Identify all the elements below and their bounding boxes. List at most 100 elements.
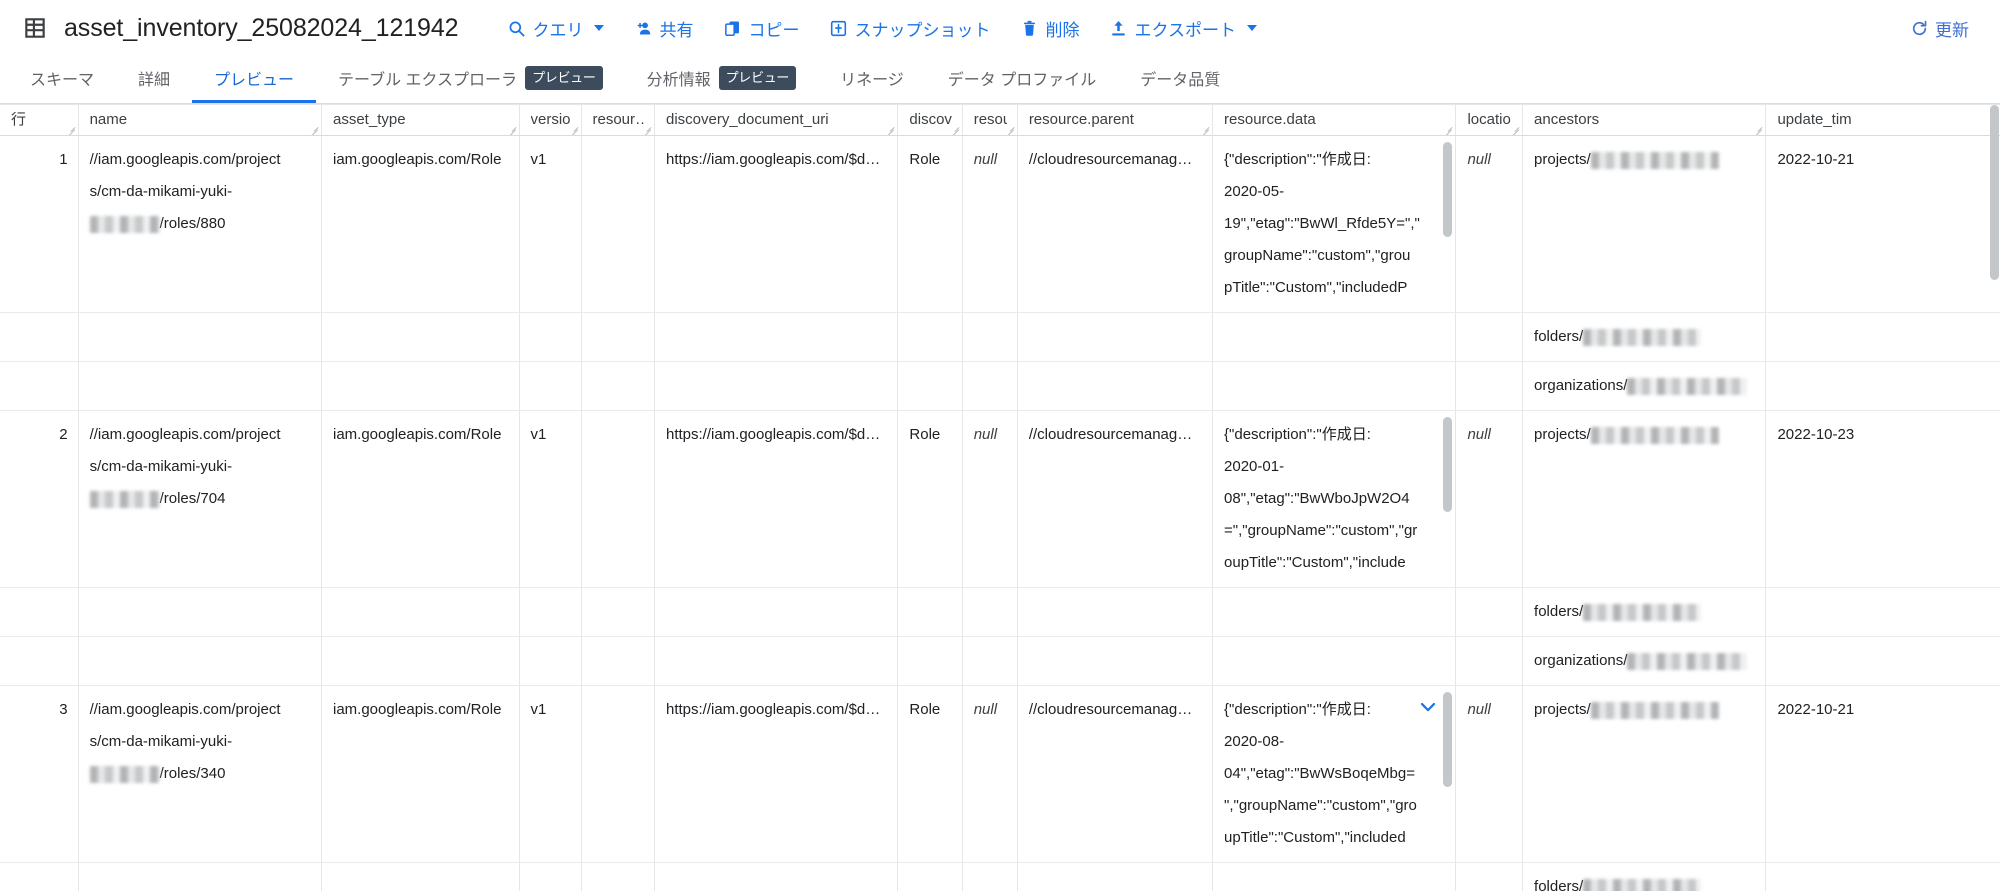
column-resize-handle[interactable] — [311, 124, 320, 135]
ancestors-value: organizations/ — [1534, 377, 1628, 394]
cell-resource2: null — [962, 685, 1018, 863]
column-resize-handle[interactable] — [1007, 124, 1016, 135]
column-header-ancestors[interactable]: ancestors — [1522, 104, 1767, 136]
name-line-1: //iam.googleapis.com/project — [89, 151, 281, 168]
cell-row-number: 3 — [0, 685, 79, 863]
tab-lineage[interactable]: リネージ — [818, 56, 926, 103]
delete-button[interactable]: 削除 — [1007, 10, 1092, 46]
cell-asset-type: iam.googleapis.com/Role — [321, 410, 520, 588]
tab-data-quality[interactable]: データ品質 — [1118, 56, 1242, 103]
table-row[interactable]: 1 //iam.googleapis.com/project s/cm-da-m… — [0, 135, 2000, 313]
redacted-text — [1590, 151, 1719, 169]
column-header-resource-parent[interactable]: resource.parent — [1017, 104, 1214, 136]
column-header-version[interactable]: version — [519, 104, 582, 136]
cell-update-time: 2022-10-21 — [1765, 685, 2000, 863]
cell-asset-type — [321, 312, 520, 362]
refresh-button[interactable]: 更新 — [1897, 10, 1982, 46]
page-scrollbar[interactable] — [1989, 105, 2000, 891]
data-line: {"description":"作成日: — [1224, 426, 1371, 443]
cell-discovery — [897, 636, 963, 686]
name-line-1: //iam.googleapis.com/project — [89, 701, 281, 718]
cell-name — [78, 862, 323, 891]
column-resize-handle[interactable] — [887, 124, 896, 135]
column-header-resource2[interactable]: resourc — [962, 104, 1018, 136]
data-line: 08","etag":"BwWboJpW2O4 — [1224, 490, 1410, 507]
table-subrow[interactable]: folders/ — [0, 862, 2000, 891]
table-subrow[interactable]: organizations/ — [0, 636, 2000, 686]
cell-ancestors: projects/ — [1522, 685, 1767, 863]
name-line-2: s/cm-da-mikami-yuki- — [89, 183, 233, 200]
cell-row-number — [0, 312, 79, 362]
cell-scrollbar[interactable] — [1443, 692, 1453, 787]
column-header-resource-data[interactable]: resource.data — [1212, 104, 1457, 136]
redacted-text — [1627, 652, 1748, 670]
tab-insights[interactable]: 分析情報 プレビュー — [625, 56, 819, 103]
preview-table-container[interactable]: 行 name asset_type version resour… discov… — [0, 104, 2000, 891]
cell-discovery-document-uri — [654, 361, 899, 411]
chevron-down-icon — [1246, 25, 1257, 31]
tab-details[interactable]: 詳細 — [116, 56, 192, 103]
ancestors-value: projects/ — [1534, 701, 1591, 718]
column-header-name[interactable]: name — [78, 104, 323, 136]
table-subrow[interactable]: folders/ — [0, 587, 2000, 637]
name-line-3: /roles/704 — [159, 490, 226, 507]
tab-table-explorer[interactable]: テーブル エクスプローラ プレビュー — [316, 56, 625, 103]
scrollbar-thumb[interactable] — [1990, 105, 1999, 280]
cell-location — [1455, 361, 1524, 411]
column-header-discovery[interactable]: discover — [897, 104, 963, 136]
column-resize-handle[interactable] — [644, 124, 653, 135]
table-row[interactable]: 3 //iam.googleapis.com/project s/cm-da-m… — [0, 685, 2000, 863]
page-title: asset_inventory_25082024_121942 — [64, 13, 459, 42]
tab-data-profile[interactable]: データ プロファイル — [926, 56, 1118, 103]
column-header-location[interactable]: locatio — [1455, 104, 1524, 136]
cell-location: null — [1455, 410, 1524, 588]
snapshot-icon — [829, 19, 848, 38]
query-button[interactable]: クエリ — [494, 10, 617, 46]
preview-table: 行 name asset_type version resour… discov… — [0, 104, 2000, 891]
share-button[interactable]: 共有 — [621, 10, 706, 46]
cell-resource-data[interactable]: {"description":"作成日: 2020-08- 04","etag"… — [1212, 685, 1457, 863]
cell-scrollbar[interactable] — [1443, 417, 1453, 512]
column-resize-handle[interactable] — [1512, 124, 1521, 135]
cell-discovery-document-uri — [654, 862, 899, 891]
column-header-resource1[interactable]: resour… — [581, 104, 655, 136]
snapshot-button[interactable]: スナップショット — [816, 10, 1003, 46]
table-subrow[interactable]: organizations/ — [0, 361, 2000, 411]
export-button[interactable]: エクスポート — [1096, 10, 1270, 46]
cell-scrollbar[interactable] — [1443, 142, 1453, 237]
column-resize-handle[interactable] — [1202, 124, 1211, 135]
cell-resource2: null — [962, 135, 1018, 313]
column-resize-handle[interactable] — [571, 124, 580, 135]
tab-preview[interactable]: プレビュー — [192, 56, 317, 103]
cell-update-time — [1765, 862, 2000, 891]
tab-schema[interactable]: スキーマ — [8, 56, 116, 103]
table-row[interactable]: 2 //iam.googleapis.com/project s/cm-da-m… — [0, 410, 2000, 588]
cell-row-number — [0, 361, 79, 411]
cell-resource-data[interactable]: {"description":"作成日: 2020-01- 08","etag"… — [1212, 410, 1457, 588]
cell-discovery-document-uri — [654, 636, 899, 686]
column-resize-handle[interactable] — [1445, 124, 1454, 135]
column-resize-handle[interactable] — [509, 124, 518, 135]
cell-version: v1 — [519, 135, 582, 313]
cell-version: v1 — [519, 410, 582, 588]
tab-label: データ プロファイル — [947, 72, 1097, 89]
data-line: ","groupName":"custom","gro — [1224, 797, 1417, 814]
data-line: 2020-05- — [1224, 183, 1285, 200]
column-resize-handle[interactable] — [68, 124, 77, 135]
copy-button[interactable]: コピー — [710, 10, 812, 46]
column-header-discovery-document-uri[interactable]: discovery_document_uri — [654, 104, 899, 136]
cell-name — [78, 312, 323, 362]
column-header-asset-type[interactable]: asset_type — [321, 104, 520, 136]
cell-resource-data[interactable]: {"description":"作成日: 2020-05- 19","etag"… — [1212, 135, 1457, 313]
snapshot-label: スナップショット — [854, 20, 991, 40]
chevron-down-icon[interactable] — [1417, 696, 1439, 718]
cell-location — [1455, 312, 1524, 362]
table-subrow[interactable]: folders/ — [0, 312, 2000, 362]
column-resize-handle[interactable] — [1755, 124, 1764, 135]
header-label: resource.parent — [1028, 112, 1134, 128]
column-resize-handle[interactable] — [952, 124, 961, 135]
cell-asset-type — [321, 587, 520, 637]
cell-resource2 — [962, 636, 1018, 686]
column-header-row[interactable]: 行 — [0, 104, 79, 136]
column-header-update-time[interactable]: update_tim — [1765, 104, 2000, 136]
